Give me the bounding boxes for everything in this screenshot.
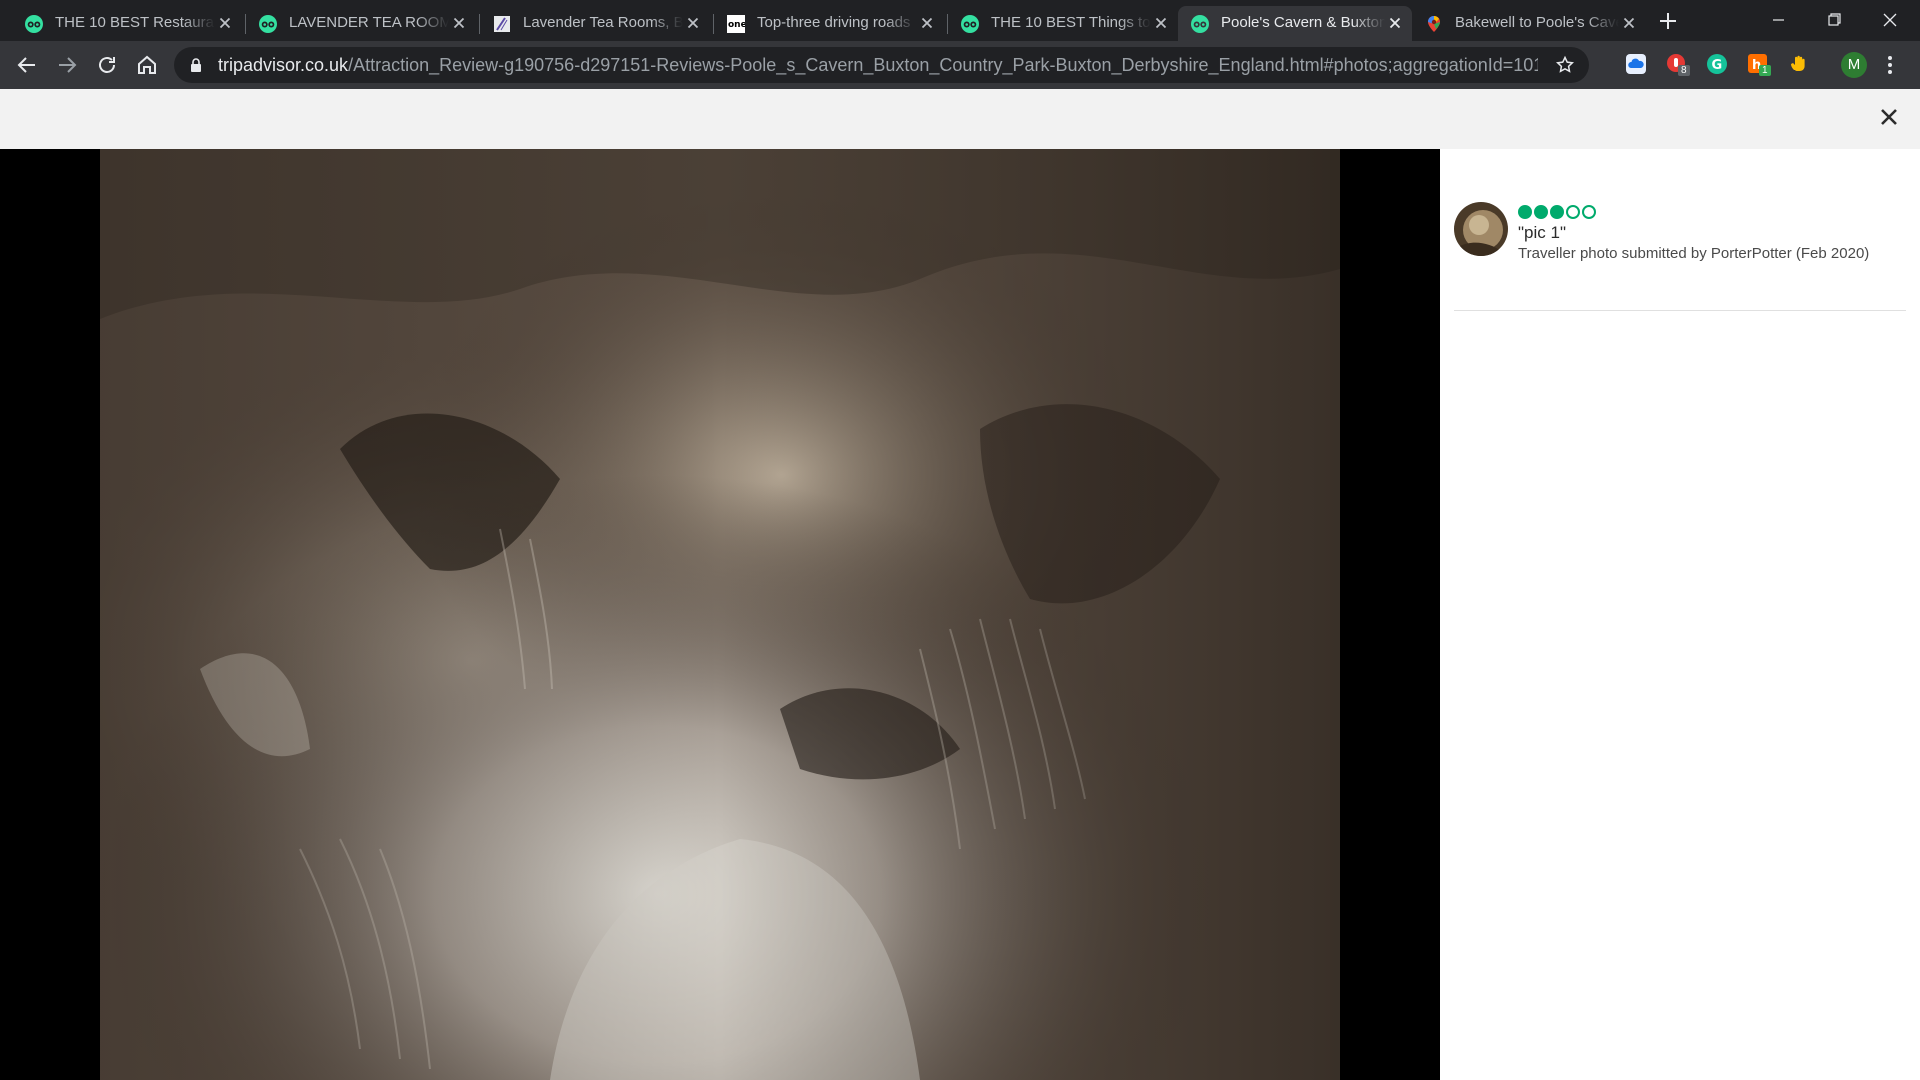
rating-bubble-filled xyxy=(1534,205,1548,219)
close-tab-icon[interactable] xyxy=(918,14,936,32)
tab-pooles-cavern[interactable]: Poole's Cavern & Buxton xyxy=(1178,6,1412,41)
tab-title: Lavender Tea Rooms, Bakewell xyxy=(523,14,683,31)
photo-caption: "pic 1" xyxy=(1518,223,1566,242)
tab-strip: THE 10 BEST Restaurants LAVENDER TEA ROO… xyxy=(0,0,1920,41)
close-tab-icon[interactable] xyxy=(1386,14,1404,32)
tab-lavender-bakewell[interactable]: Lavender Tea Rooms, Bakewell xyxy=(480,6,710,41)
tab-title: Poole's Cavern & Buxton xyxy=(1221,14,1385,31)
lock-icon[interactable] xyxy=(190,58,202,72)
new-tab-button[interactable] xyxy=(1654,9,1682,33)
document-icon xyxy=(494,16,510,32)
tab-things-to-do[interactable]: THE 10 BEST Things to Do xyxy=(948,6,1178,41)
close-tab-icon[interactable] xyxy=(450,14,468,32)
tab-title: Bakewell to Poole's Cavern xyxy=(1455,14,1619,31)
rating-bubble-empty xyxy=(1566,205,1580,219)
cavern-photo[interactable] xyxy=(100,149,1340,1080)
tab-lavender-tea-rooms[interactable]: LAVENDER TEA ROOMS xyxy=(246,6,476,41)
divider xyxy=(1454,310,1906,311)
home-button[interactable] xyxy=(135,53,159,77)
tripadvisor-icon xyxy=(961,15,979,33)
chrome-menu-icon[interactable] xyxy=(1886,54,1894,76)
rating-bubble-filled xyxy=(1550,205,1564,219)
adblock-extension[interactable]: 8 xyxy=(1666,53,1690,76)
close-tab-icon[interactable] xyxy=(1620,14,1638,32)
rating-bubble-filled xyxy=(1518,205,1532,219)
bookmark-star-icon[interactable] xyxy=(1555,55,1575,75)
tripadvisor-icon xyxy=(25,15,43,33)
grammarly-extension-icon[interactable]: G xyxy=(1706,53,1728,75)
tab-title: Top-three driving roads xyxy=(757,14,911,31)
forward-button[interactable] xyxy=(55,53,79,77)
cloud-extension-icon[interactable] xyxy=(1625,53,1647,75)
tab-bakewell-directions[interactable]: Bakewell to Poole's Cavern xyxy=(1412,6,1644,41)
tripadvisor-icon xyxy=(1191,15,1209,33)
user-avatar[interactable] xyxy=(1454,202,1508,256)
rating-bubbles xyxy=(1518,205,1596,221)
tab-title: THE 10 BEST Things to Do xyxy=(991,14,1151,31)
url-domain: tripadvisor.co.uk xyxy=(218,55,349,75)
honey-extension[interactable]: h 1 xyxy=(1747,53,1771,76)
close-tab-icon[interactable] xyxy=(684,14,702,32)
photo-details-panel: "pic 1" Traveller photo submitted by Por… xyxy=(1440,149,1920,1080)
url-path: /Attraction_Review-g190756-d297151-Revie… xyxy=(348,55,1538,75)
hand-extension-icon[interactable] xyxy=(1787,53,1809,75)
tab-driving-roads[interactable]: one Top-three driving roads xyxy=(714,6,944,41)
close-lightbox-icon[interactable] xyxy=(1878,106,1900,128)
close-tab-icon[interactable] xyxy=(1152,14,1170,32)
one-site-icon: one xyxy=(727,15,745,33)
tab-title: THE 10 BEST Restaurants xyxy=(55,14,215,31)
browser-toolbar: tripadvisor.co.uk/Attraction_Review-g190… xyxy=(0,41,1920,89)
tab-restaurants[interactable]: THE 10 BEST Restaurants xyxy=(12,6,242,41)
extension-badge: 1 xyxy=(1759,65,1771,76)
tab-title: LAVENDER TEA ROOMS xyxy=(289,14,449,31)
svg-text:one: one xyxy=(728,20,745,30)
profile-avatar-button[interactable]: M xyxy=(1841,52,1867,78)
cavern-rock-image xyxy=(100,149,1340,1080)
svg-text:G: G xyxy=(1712,58,1723,73)
photo-viewer xyxy=(0,149,1440,1080)
close-tab-icon[interactable] xyxy=(216,14,234,32)
extension-badge: 8 xyxy=(1678,65,1690,76)
photo-submitted-by: Traveller photo submitted by PorterPotte… xyxy=(1518,245,1870,262)
google-maps-icon xyxy=(1428,16,1440,32)
user-avatar-image xyxy=(1454,202,1508,256)
close-window-button[interactable] xyxy=(1872,6,1908,34)
address-bar[interactable]: tripadvisor.co.uk/Attraction_Review-g190… xyxy=(174,47,1589,83)
tripadvisor-icon xyxy=(259,15,277,33)
photo-lightbox-header xyxy=(0,89,1920,149)
rating-bubble-empty xyxy=(1582,205,1596,219)
minimize-window-button[interactable] xyxy=(1760,6,1796,34)
url-text[interactable]: tripadvisor.co.uk/Attraction_Review-g190… xyxy=(218,55,1538,76)
reload-button[interactable] xyxy=(95,53,119,77)
back-button[interactable] xyxy=(15,53,39,77)
restore-window-button[interactable] xyxy=(1816,6,1852,34)
